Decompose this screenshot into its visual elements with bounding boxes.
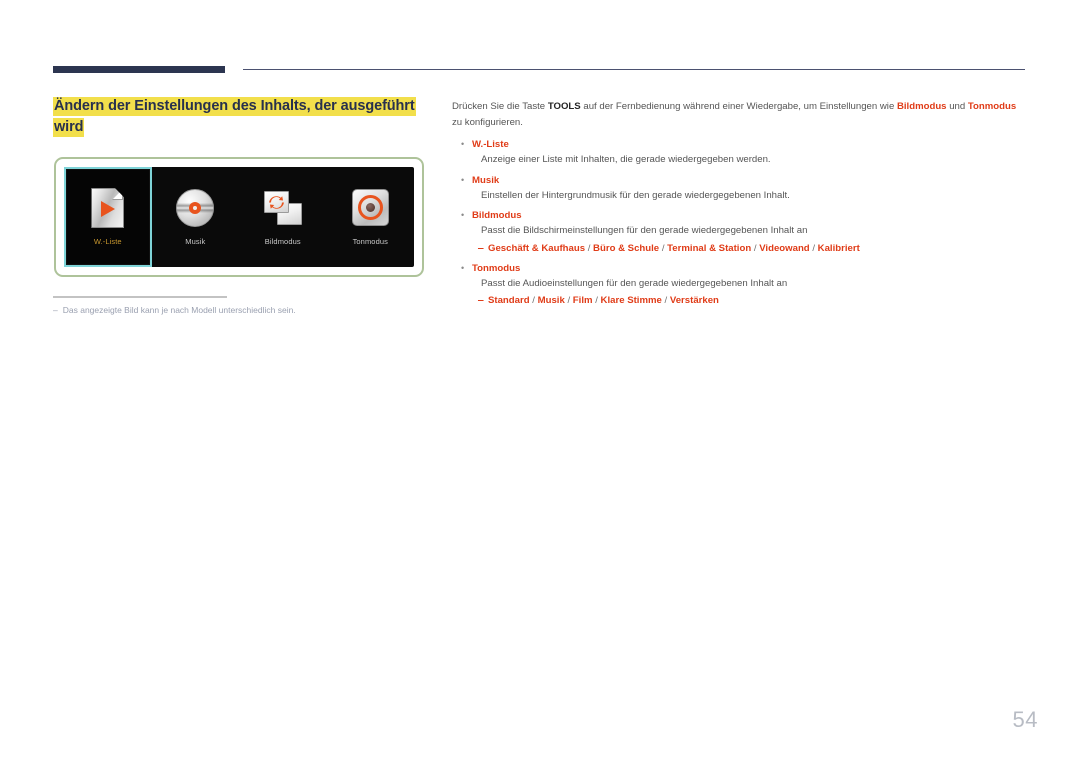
bullet-term: Tonmodus (472, 262, 521, 274)
document-play-icon (88, 188, 128, 228)
footnote-rule (53, 296, 227, 298)
page-title: Ändern der Einstellungen des Inhalts, de… (53, 96, 431, 138)
figure-osd-menu: W.-Liste Musik Bildmodus Tonmodus (54, 157, 424, 277)
sub-marker-icon: ‒ (478, 242, 484, 254)
right-column: Drücken Sie die Taste TOOLS auf der Fern… (452, 99, 1027, 313)
osd-item-bildmodus[interactable]: Bildmodus (239, 167, 327, 267)
osd-item-label: Musik (185, 237, 206, 246)
header-rule-thick (53, 66, 225, 73)
osd-screen: W.-Liste Musik Bildmodus Tonmodus (64, 167, 414, 267)
intro-part-3: und (946, 101, 968, 112)
bullet-row: • Tonmodus (452, 261, 1027, 276)
left-column: Ändern der Einstellungen des Inhalts, de… (53, 96, 433, 138)
sub-marker-icon: ‒ (478, 295, 484, 306)
bullet-block-tonmodus: • Tonmodus Passt die Audioeinstellungen … (452, 261, 1027, 309)
bullet-marker-icon: • (461, 139, 465, 149)
sub-options-row: ‒ Standard / Musik / Film / Klare Stimme… (469, 293, 1027, 308)
osd-item-tonmodus[interactable]: Tonmodus (327, 167, 415, 267)
refresh-arrows-icon (268, 196, 284, 209)
bullet-description: Einstellen der Hintergrundmusik für den … (481, 189, 790, 201)
sub-options-text: Standard / Musik / Film / Klare Stimme /… (488, 295, 719, 306)
speaker-ring-icon (350, 188, 390, 228)
intro-paragraph: Drücken Sie die Taste TOOLS auf der Fern… (452, 99, 1027, 130)
screens-refresh-icon (263, 188, 303, 228)
sub-options-row: ‒ Geschäft & Kaufhaus / Büro & Schule / … (469, 241, 1027, 256)
header-rule-thin (243, 69, 1025, 70)
bullet-description: Anzeige einer Liste mit Inhalten, die ge… (481, 154, 771, 165)
bullet-description: Passt die Bildschirmeinstellungen für de… (481, 225, 808, 236)
cd-disc-icon (175, 188, 215, 228)
page-title-text: Ändern der Einstellungen des Inhalts, de… (53, 97, 416, 137)
bullet-marker-icon: • (461, 174, 465, 185)
intro-tools-key: TOOLS (547, 101, 581, 112)
bullet-block-bildmodus: • Bildmodus Passt die Bildschirmeinstell… (452, 208, 1027, 256)
bullet-description: Passt die Audioeinstellungen für den ger… (481, 277, 788, 289)
intro-keyword-bildmodus: Bildmodus (896, 101, 947, 112)
bullet-block-musik: • Musik Einstellen der Hintergrundmusik … (452, 173, 1027, 204)
osd-item-musik[interactable]: Musik (152, 167, 240, 267)
page-number: 54 (1012, 707, 1038, 732)
bullet-row: • W.-Liste (452, 137, 1027, 152)
osd-item-label: W.-Liste (93, 237, 122, 246)
intro-keyword-tonmodus: Tonmodus (967, 101, 1017, 112)
bullet-marker-icon: • (461, 210, 465, 220)
intro-part-4: zu konfigurieren. (452, 116, 523, 128)
footnote-text: Das angezeigte Bild kann je nach Modell … (62, 305, 296, 315)
bullet-row: • Musik (452, 173, 1027, 188)
footnote: ‒ Das angezeigte Bild kann je nach Model… (53, 304, 433, 317)
bullet-marker-icon: • (461, 262, 465, 273)
bullet-term: Bildmodus (472, 210, 522, 221)
osd-item-label: Tonmodus (352, 237, 388, 246)
sub-options-text: Geschäft & Kaufhaus / Büro & Schule / Te… (488, 242, 860, 254)
bullet-term: Musik (472, 174, 500, 186)
footnote-dash: ‒ (53, 305, 58, 315)
osd-item-w-liste[interactable]: W.-Liste (64, 167, 152, 267)
intro-part-2: auf der Fernbedienung während einer Wied… (580, 101, 897, 112)
osd-item-label: Bildmodus (264, 237, 301, 246)
intro-part-1: Drücken Sie die Taste (452, 101, 548, 112)
bullet-block-w-liste: • W.-Liste Anzeige einer Liste mit Inhal… (452, 137, 1027, 168)
bullet-row: • Bildmodus (452, 208, 1027, 223)
bullet-term: W.-Liste (472, 139, 509, 150)
